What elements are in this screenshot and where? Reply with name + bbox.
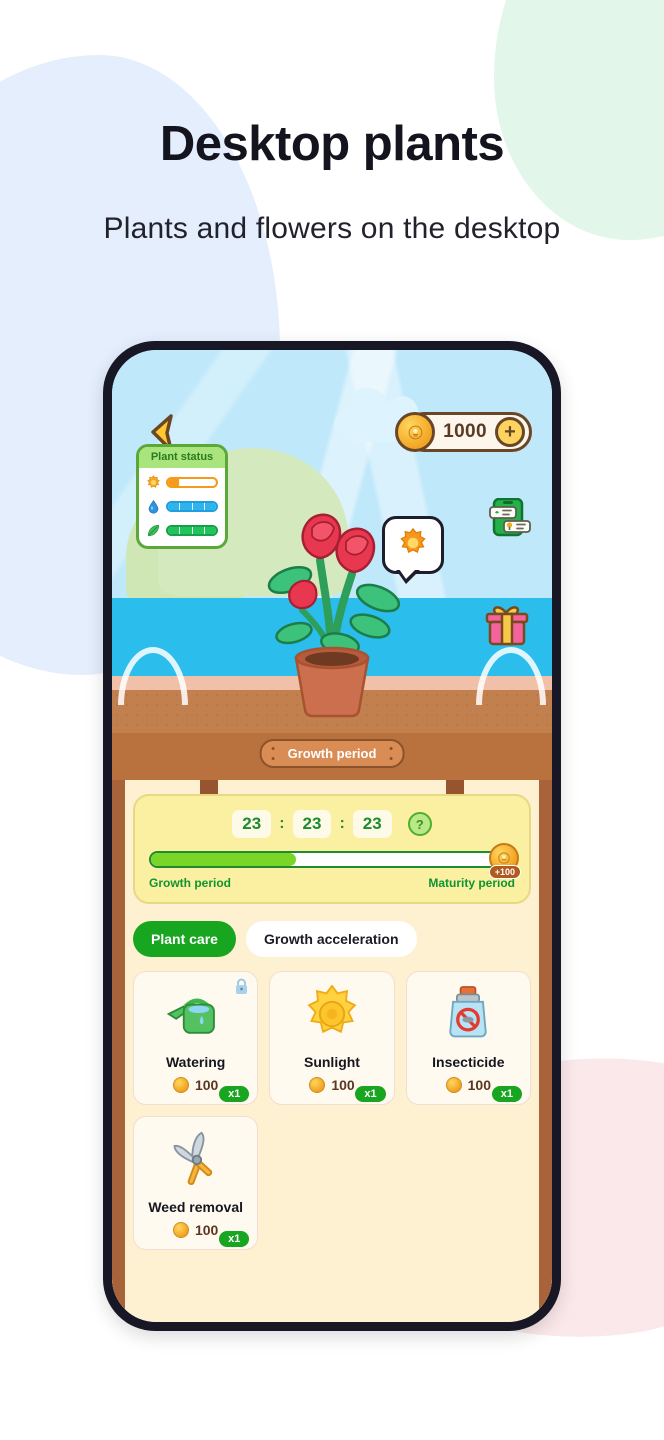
shears-icon bbox=[140, 1127, 251, 1191]
tab-growth-acceleration[interactable]: Growth acceleration bbox=[245, 921, 417, 957]
timer-sep-2: : bbox=[339, 815, 345, 832]
item-name: Watering bbox=[165, 1054, 226, 1070]
timer-seconds: 23 bbox=[352, 810, 392, 838]
item-price-value: 100 bbox=[467, 1077, 491, 1093]
add-coins-button[interactable]: + bbox=[495, 417, 525, 447]
plant-status-title: Plant status bbox=[139, 447, 225, 468]
coin-icon bbox=[309, 1077, 326, 1093]
phone-mockup-frame: 1000 + Plant status Growth period 23: 2… bbox=[103, 341, 561, 1331]
item-price-value: 100 bbox=[331, 1077, 355, 1093]
item-qty-badge: x1 bbox=[219, 1231, 250, 1247]
growth-timer-card: 23 : 23 : 23 ? +100 Growth period Maturi… bbox=[133, 794, 531, 904]
item-card-insecticide[interactable]: x1 Insecticide 100 bbox=[405, 971, 531, 1105]
phone-screen: 1000 + Plant status Growth period 23: 2… bbox=[112, 350, 552, 1322]
item-qty-badge: x1 bbox=[355, 1086, 386, 1102]
item-price-value: 100 bbox=[194, 1222, 219, 1238]
shelf-post-left bbox=[112, 780, 125, 1322]
plant-status-bars bbox=[139, 468, 225, 546]
growth-progress: +100 bbox=[149, 843, 521, 879]
progress-track bbox=[149, 851, 515, 868]
coin-icon bbox=[172, 1222, 189, 1238]
growth-period-plaque[interactable]: Growth period bbox=[259, 739, 405, 768]
sun-icon bbox=[146, 475, 161, 490]
item-name: Insecticide bbox=[432, 1054, 505, 1070]
sun-need-icon bbox=[398, 527, 428, 563]
page-header: Desktop plants Plants and flowers on the… bbox=[0, 0, 664, 246]
item-name: Weed removal bbox=[148, 1199, 243, 1215]
category-tabs: Plant care Growth acceleration bbox=[133, 921, 531, 957]
item-card-sunlight[interactable]: x1 Sunlight 100 bbox=[269, 971, 395, 1105]
status-row-water bbox=[146, 499, 218, 514]
tab-plant-care[interactable]: Plant care bbox=[133, 921, 236, 957]
currency-bar[interactable]: 1000 + bbox=[395, 412, 532, 452]
page-title: Desktop plants bbox=[159, 117, 505, 171]
content-panel: 23 : 23 : 23 ? +100 Growth period Maturi… bbox=[112, 780, 552, 1322]
gift-icon[interactable] bbox=[484, 604, 530, 646]
sun-need-bubble[interactable] bbox=[382, 516, 444, 584]
sun-icon bbox=[276, 982, 387, 1046]
coin-icon bbox=[395, 412, 436, 452]
shelf-post-right bbox=[539, 780, 552, 1322]
water-meter bbox=[166, 501, 218, 512]
nutrition-meter bbox=[166, 525, 218, 536]
page-subtitle: Plants and flowers on the desktop bbox=[103, 211, 561, 245]
progress-fill bbox=[151, 853, 296, 866]
coin-amount: 1000 bbox=[443, 421, 487, 442]
item-grid: x1 Watering 100 x1 Sunlight 100 x1 Insec… bbox=[133, 971, 531, 1250]
plaque-bar: Growth period bbox=[112, 733, 552, 780]
help-button[interactable]: ? bbox=[407, 812, 432, 836]
tasks-icon[interactable] bbox=[488, 497, 532, 540]
item-card-weed-removal[interactable]: x1 Weed removal 100 bbox=[133, 1116, 259, 1250]
status-row-nutrition bbox=[146, 523, 218, 538]
plant-status-panel: Plant status bbox=[136, 444, 228, 549]
progress-labels: Growth period Maturity period bbox=[149, 876, 515, 890]
status-row-sunlight bbox=[146, 475, 218, 490]
leaf-icon bbox=[146, 523, 161, 538]
growth-period-plaque-label: Growth period bbox=[287, 746, 377, 761]
water-drop-icon bbox=[146, 499, 161, 514]
item-price-value: 100 bbox=[194, 1077, 219, 1093]
sunlight-meter bbox=[166, 477, 218, 488]
coin-icon bbox=[172, 1077, 189, 1093]
timer-minutes: 23 bbox=[292, 810, 332, 838]
item-qty-badge: x1 bbox=[219, 1086, 250, 1102]
timer-sep-1: : bbox=[279, 815, 285, 832]
progress-label-left: Growth period bbox=[149, 876, 231, 890]
lock-icon bbox=[234, 978, 249, 995]
timer-hours: 23 bbox=[232, 810, 272, 838]
item-qty-badge: x1 bbox=[491, 1086, 522, 1102]
countdown-timer: 23 : 23 : 23 ? bbox=[149, 810, 515, 838]
item-name: Sunlight bbox=[303, 1054, 360, 1070]
item-card-watering[interactable]: x1 Watering 100 bbox=[133, 971, 259, 1105]
game-scene: 1000 + Plant status bbox=[112, 350, 552, 733]
reward-amount-badge: +100 bbox=[488, 865, 521, 879]
insecticide-icon bbox=[413, 982, 524, 1046]
coin-icon bbox=[445, 1077, 462, 1093]
